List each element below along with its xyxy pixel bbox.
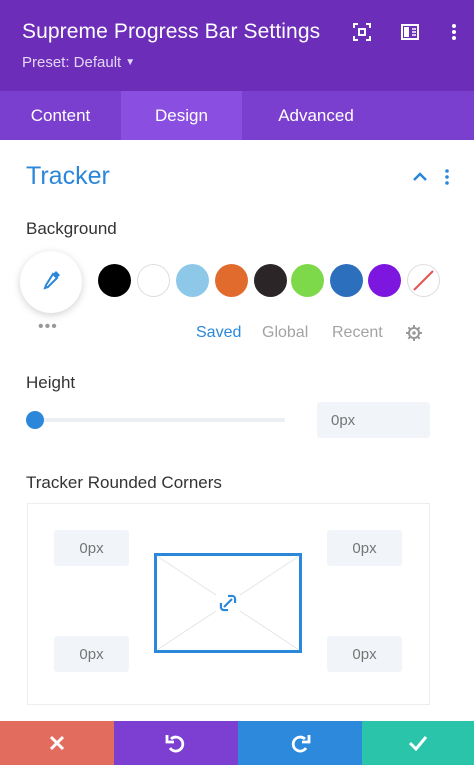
caret-down-icon: ▼	[125, 57, 136, 68]
section-more-icon[interactable]	[440, 168, 454, 186]
color-picker-button[interactable]	[20, 251, 82, 313]
more-options-icon[interactable]	[444, 22, 464, 42]
expand-icon[interactable]	[352, 22, 372, 42]
eyedropper-icon	[43, 271, 60, 290]
checkmark-icon	[408, 736, 428, 751]
swatch-orange[interactable]	[215, 264, 248, 297]
close-icon	[49, 735, 65, 751]
corner-preview	[154, 553, 302, 653]
swatch-white[interactable]	[137, 264, 170, 297]
swatch-light-blue[interactable]	[176, 264, 209, 297]
cancel-button[interactable]	[0, 721, 114, 765]
height-slider-track[interactable]	[35, 418, 285, 422]
undo-icon	[165, 735, 185, 753]
sidebar-toggle-icon[interactable]	[400, 22, 420, 42]
swatch-dark[interactable]	[254, 264, 287, 297]
link-icon[interactable]	[216, 593, 240, 612]
palette-tab-recent[interactable]: Recent	[332, 324, 383, 342]
corner-top-left-input[interactable]	[54, 530, 129, 566]
height-slider-handle[interactable]	[26, 411, 44, 429]
palette-tab-global[interactable]: Global	[262, 324, 308, 342]
preset-label: Preset: Default	[22, 54, 122, 71]
swatch-none[interactable]	[407, 264, 440, 297]
corner-top-right-input[interactable]	[327, 530, 402, 566]
swatch-purple[interactable]	[368, 264, 401, 297]
preset-dropdown[interactable]: Preset: Default ▼	[22, 54, 135, 71]
corner-bottom-right-input[interactable]	[327, 636, 402, 672]
corner-bottom-left-input[interactable]	[54, 636, 129, 672]
tab-bar: Content Design Advanced	[0, 91, 474, 140]
tab-content[interactable]: Content	[0, 91, 121, 140]
swatch-black[interactable]	[98, 264, 131, 297]
corners-label: Tracker Rounded Corners	[26, 473, 222, 492]
modal-title: Supreme Progress Bar Settings	[22, 20, 321, 43]
chevron-up-icon[interactable]	[411, 168, 429, 186]
section-title[interactable]: Tracker	[26, 162, 110, 191]
no-color-icon	[413, 270, 434, 291]
tab-advanced[interactable]: Advanced	[242, 91, 390, 140]
save-button[interactable]	[362, 721, 474, 765]
swatch-green[interactable]	[291, 264, 324, 297]
gear-icon[interactable]	[405, 324, 423, 342]
undo-button[interactable]	[114, 721, 238, 765]
palette-tab-saved[interactable]: Saved	[196, 324, 241, 342]
tab-design[interactable]: Design	[121, 91, 242, 140]
height-label: Height	[26, 373, 76, 392]
settings-header: Supreme Progress Bar Settings Preset: De…	[0, 0, 474, 91]
swatch-blue[interactable]	[330, 264, 363, 297]
redo-icon	[291, 735, 311, 753]
more-colors-icon[interactable]: •••	[38, 318, 58, 336]
redo-button[interactable]	[238, 721, 362, 765]
background-label: Background	[26, 219, 117, 238]
height-input[interactable]	[317, 402, 430, 438]
